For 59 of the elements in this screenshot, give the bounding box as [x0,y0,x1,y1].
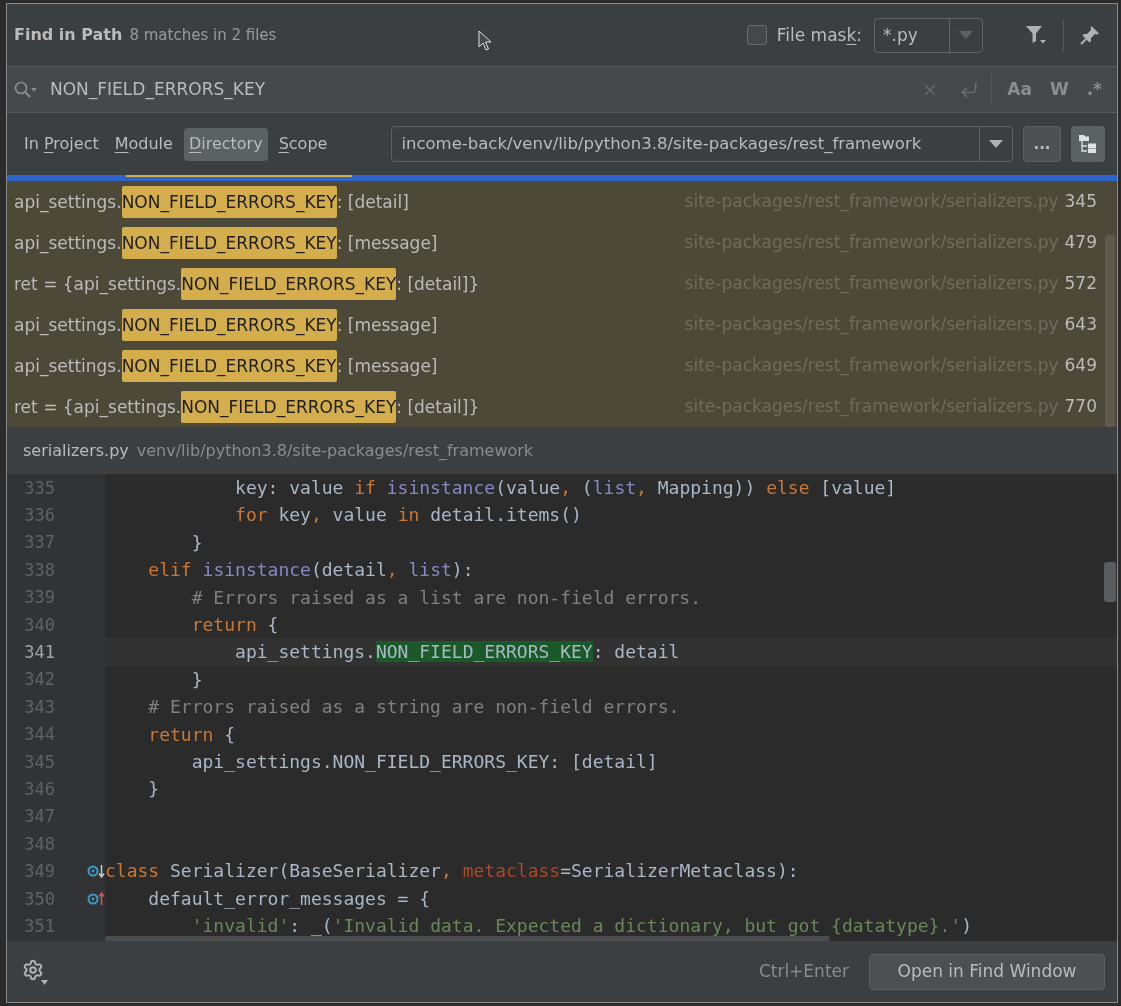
checkbox[interactable] [746,25,767,45]
scope-tab[interactable]: Scope [273,127,333,161]
settings-icon[interactable] [22,958,48,985]
result-snippet: ret = {api_settings.NON_FIELD_ERRORS_KEY: [detail]} [14,390,480,423]
code-line: 'invalid': _('Invalid data. Expected a dictionary, but got {datatype}.') [190,915,972,937]
result-line-number: 770 [1064,394,1097,418]
result-line-number: 479 [1064,230,1097,254]
code-line: default_error_messages = { [147,887,431,909]
preview-file-name: serializers.py [23,439,129,462]
result-row[interactable] [7,175,1117,181]
line-number: 341 [23,641,56,664]
scrollbar-thumb[interactable] [105,936,830,941]
code-line: # Errors raised as a string are non-field errors. [147,696,680,718]
result-line-number: 572 [1064,271,1097,295]
preview-file-path: venv/lib/python3.8/site-packages/rest_framework [136,439,534,462]
pin-icon[interactable] [1080,25,1100,45]
open-in-find-window-button[interactable]: Open in Find Window [869,953,1105,990]
circle-down-arrow-icon[interactable] [87,863,105,880]
result-line-number: 643 [1064,312,1097,336]
code-line: api_settings.NON_FIELD_ERRORS_KEY: [detail] [190,750,658,772]
dropdown-arrow-icon [989,140,1003,148]
scrollbar-thumb[interactable] [1104,562,1116,602]
browse-button[interactable]: ... [1023,126,1061,162]
code-line: return { [147,723,236,745]
scrollbar-thumb[interactable] [1105,235,1115,427]
code-line: class Serializer(BaseSerializer, metaclass=SerializerMetaclass): [105,860,799,882]
code-line: elif isinstance(detail, list): [147,559,474,581]
search-field[interactable]: NON_FIELD_ERRORS_KEY [50,76,922,103]
match-summary: 8 matches in 2 files [129,24,277,46]
scope-tab[interactable]: Module [109,127,178,161]
dialog-title: Find in Path [14,24,123,46]
code-line: api_settings.NON_FIELD_ERRORS_KEY: detail [234,641,680,663]
result-snippet: api_settings.NON_FIELD_ERRORS_KEY: [message] [14,349,438,382]
code-line: } [190,531,203,553]
mouse-pointer-icon [478,30,492,52]
tree-toggle-button[interactable] [1071,126,1105,162]
code-line: } [190,668,203,690]
search-icon[interactable] [14,80,38,99]
result-snippet: api_settings.NON_FIELD_ERRORS_KEY: [detail] [14,185,409,218]
code-line: return { [190,613,279,635]
shortcut-hint: Ctrl+Enter [758,959,849,983]
code-line: } [147,778,160,800]
file-mask-label: File mask: [776,24,862,47]
circle-up-arrow-icon[interactable] [87,890,105,907]
result-snippet: ret = {api_settings.NON_FIELD_ERRORS_KEY: [detail]} [14,267,480,300]
result-line-number: 649 [1064,353,1097,377]
result-snippet: api_settings.NON_FIELD_ERRORS_KEY: [message] [14,308,438,341]
file-mask-combobox[interactable]: *.py [874,17,983,53]
filter-icon[interactable] [1025,24,1047,46]
folder-tree-icon [1078,134,1098,154]
code-line: key: value if isinstance(value, (list, Mapping)) else [value] [234,477,897,498]
code-line: for key, value in detail.items() [234,504,582,526]
scope-tab[interactable]: In Project [19,127,104,161]
result-line-number: 345 [1064,189,1097,213]
scope-tab[interactable]: Directory [183,127,268,161]
directory-combobox[interactable]: income-back/venv/lib/python3.8/site-packages/rest_framework [391,126,1013,162]
dropdown-arrow-icon [959,31,973,39]
code-line: # Errors raised as a list are non-field errors. [190,586,702,608]
result-snippet: api_settings.NON_FIELD_ERRORS_KEY: [message] [14,226,438,259]
